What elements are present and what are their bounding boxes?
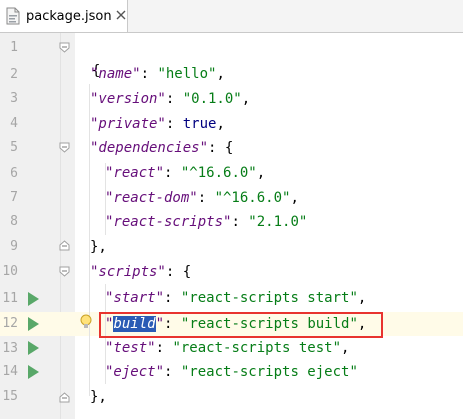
tab-title: package.json <box>26 8 112 24</box>
json-key: "start" <box>105 290 165 306</box>
code-line-8[interactable]: "react-scripts": "2.1.0" <box>105 210 307 234</box>
colon: : <box>231 214 249 230</box>
code-line-11[interactable]: "start": "react-scripts start", <box>105 286 366 310</box>
code-line-5[interactable]: "dependencies": { <box>90 136 233 160</box>
fold-icon[interactable] <box>59 392 70 403</box>
json-key: "scripts" <box>90 264 166 280</box>
colon: : <box>165 264 183 280</box>
run-script-icon[interactable] <box>27 365 39 379</box>
json-key: "react-scripts" <box>105 214 232 230</box>
line-number: 10 <box>2 264 18 279</box>
colon: : <box>164 165 181 181</box>
comma: , <box>216 66 225 82</box>
line-number: 2 <box>10 67 18 82</box>
comma: , <box>290 190 299 206</box>
comma: , <box>357 290 367 306</box>
json-value: "0.1.0" <box>182 91 242 107</box>
colon: : <box>197 190 215 206</box>
json-value: "react-scripts start" <box>180 290 358 306</box>
json-key: "react-dom" <box>105 190 198 206</box>
line-number: 5 <box>10 140 18 155</box>
line-number: 3 <box>10 91 18 106</box>
brace: }, <box>90 389 107 405</box>
brace: }, <box>90 239 107 255</box>
editor-tab-bar: package.json <box>0 0 463 33</box>
code-line-2[interactable]: "name": "hello", <box>90 62 225 86</box>
json-key: "react" <box>105 165 165 181</box>
intention-bulb-icon[interactable] <box>80 314 92 330</box>
json-value: "react-scripts eject" <box>180 364 358 380</box>
line-number: 1 <box>10 40 18 55</box>
gutter-separator <box>60 33 61 419</box>
colon: : <box>140 66 158 82</box>
code-line-9[interactable]: }, <box>90 235 107 259</box>
code-line-7[interactable]: "react-dom": "^16.6.0", <box>105 186 299 210</box>
tab-package-json[interactable]: package.json <box>0 0 128 32</box>
code-line-1[interactable]: { <box>75 35 100 79</box>
json-value: "hello" <box>157 66 217 82</box>
fold-icon[interactable] <box>59 42 70 53</box>
line-number: 6 <box>10 166 18 181</box>
run-script-icon[interactable] <box>27 341 39 355</box>
code-line-4[interactable]: "private": true, <box>90 112 225 136</box>
code-line-14[interactable]: "eject": "react-scripts eject" <box>105 360 358 384</box>
line-number: 15 <box>2 389 18 404</box>
fold-icon[interactable] <box>59 240 70 251</box>
highlight-annotation-box <box>99 312 383 338</box>
code-line-6[interactable]: "react": "^16.6.0", <box>105 161 265 185</box>
comma: , <box>256 165 266 181</box>
comma: , <box>241 91 251 107</box>
json-value: "2.1.0" <box>248 214 308 230</box>
fold-icon[interactable] <box>59 142 70 153</box>
json-key: "name" <box>90 66 141 82</box>
json-key: "dependencies" <box>90 140 209 156</box>
line-number: 14 <box>2 364 18 379</box>
colon: : <box>164 364 181 380</box>
json-value: true <box>182 116 217 132</box>
line-number: 8 <box>10 214 18 229</box>
line-number: 13 <box>2 341 18 356</box>
colon: : <box>164 290 181 306</box>
json-value: "react-scripts test" <box>172 340 342 356</box>
json-key: "private" <box>90 116 166 132</box>
comma: , <box>341 340 350 356</box>
code-line-15[interactable]: }, <box>90 385 107 409</box>
run-script-icon[interactable] <box>27 317 39 331</box>
json-key: "test" <box>105 340 156 356</box>
colon: : <box>155 340 173 356</box>
brace: { <box>224 140 234 156</box>
colon: : <box>208 140 225 156</box>
fold-icon[interactable] <box>59 266 70 277</box>
code-line-10[interactable]: "scripts": { <box>90 260 191 284</box>
close-icon[interactable] <box>115 9 127 21</box>
code-line-13[interactable]: "test": "react-scripts test", <box>105 336 349 360</box>
json-value: "^16.6.0" <box>180 165 257 181</box>
comma: , <box>216 116 225 132</box>
line-number: 7 <box>10 190 18 205</box>
line-number: 4 <box>10 116 18 131</box>
json-key: "version" <box>90 91 166 107</box>
json-key: "eject" <box>105 364 165 380</box>
json-value: "^16.6.0" <box>214 190 291 206</box>
line-number: 12 <box>2 316 18 331</box>
brace: { <box>182 264 192 280</box>
json-file-icon <box>6 7 20 25</box>
line-number: 11 <box>2 291 18 306</box>
code-line-3[interactable]: "version": "0.1.0", <box>90 87 250 111</box>
colon: : <box>165 91 183 107</box>
line-number: 9 <box>10 239 18 254</box>
colon: : <box>165 116 183 132</box>
run-script-icon[interactable] <box>27 292 39 306</box>
